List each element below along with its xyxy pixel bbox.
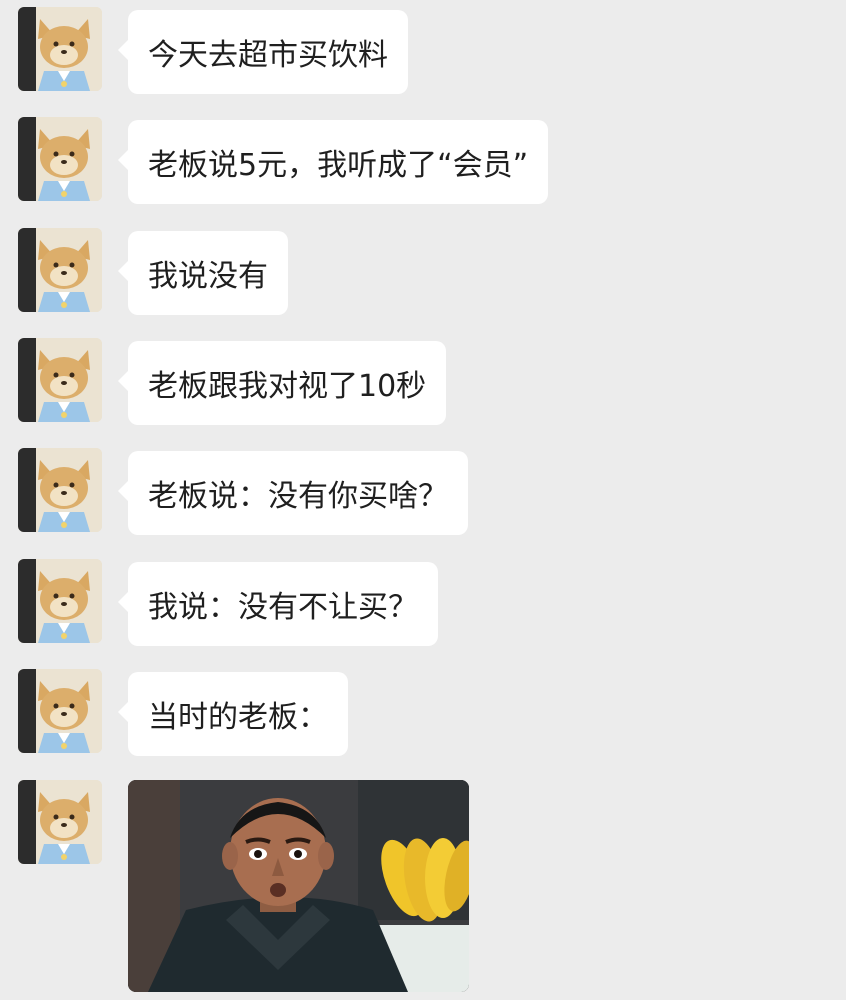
avatar[interactable] [18, 780, 102, 864]
avatar[interactable] [18, 559, 102, 643]
message-bubble[interactable]: 老板跟我对视了10秒 [117, 341, 447, 425]
avatar[interactable] [18, 448, 102, 532]
message-bubble[interactable]: 今天去超市买饮料 [118, 10, 408, 94]
message-bubble[interactable]: 我说：没有不让买？ [118, 562, 438, 646]
avatar[interactable] [18, 7, 102, 91]
avatar[interactable] [18, 117, 102, 201]
shiba-dog-avatar-icon [18, 669, 102, 753]
shiba-dog-avatar-icon [18, 559, 102, 643]
shocked-shopkeeper-photo-icon [128, 780, 469, 992]
shiba-dog-avatar-icon [18, 7, 102, 91]
chat-thread: 今天去超市买饮料 老板说5元，我听成了“会员” 我说没有 老板跟我对视了10秒 … [0, 0, 846, 1000]
message-bubble[interactable]: 我说没有 [118, 231, 288, 315]
shiba-dog-avatar-icon [18, 117, 102, 201]
message-bubble[interactable]: 当时的老板： [118, 672, 348, 756]
message-bubble[interactable]: 老板说5元，我听成了“会员” [117, 120, 549, 204]
message-bubble[interactable]: 老板说：没有你买啥？ [118, 451, 468, 535]
shiba-dog-avatar-icon [18, 338, 102, 422]
avatar[interactable] [18, 228, 102, 312]
image-message[interactable] [128, 780, 469, 992]
avatar[interactable] [18, 669, 102, 753]
shiba-dog-avatar-icon [18, 448, 102, 532]
shiba-dog-avatar-icon [18, 780, 102, 864]
avatar[interactable] [18, 338, 102, 422]
shiba-dog-avatar-icon [18, 228, 102, 312]
